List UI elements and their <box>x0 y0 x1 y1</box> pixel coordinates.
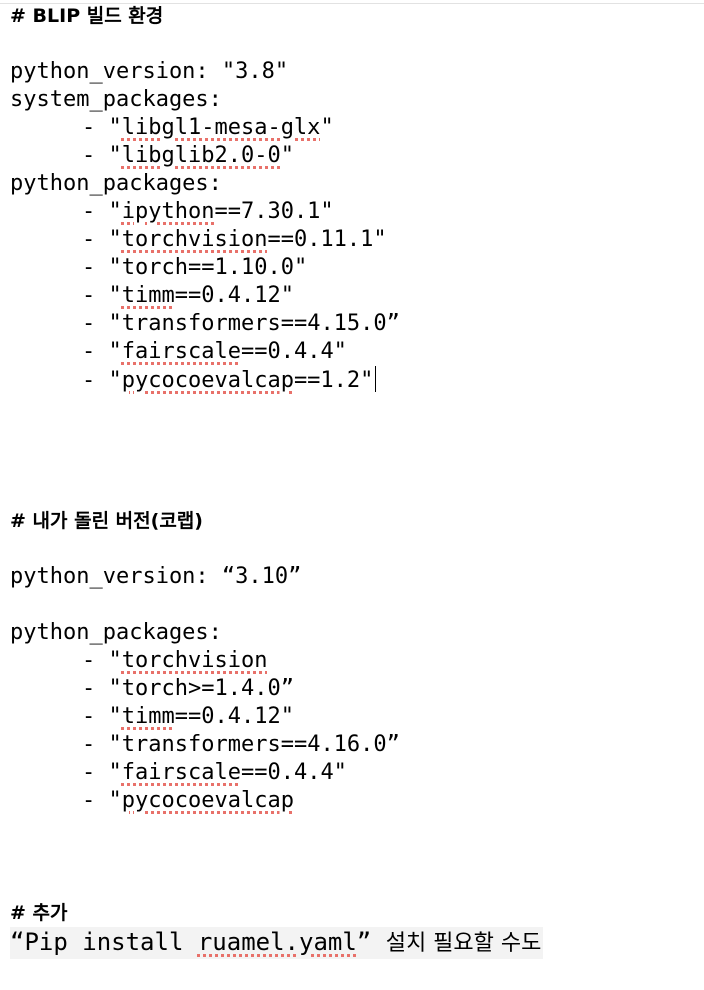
package-name: pycocoevalcap <box>121 368 294 393</box>
python-version-line: python_version: “3.10” <box>10 564 302 589</box>
python-package-item: - "ipython==7.30.1" <box>82 199 334 224</box>
package-name: libgl1-mesa-glx <box>121 115 321 140</box>
text-cursor <box>375 366 377 392</box>
package-name: torch <box>121 676 188 701</box>
python-package-item: - "timm==0.4.12" <box>82 704 294 729</box>
package-name: timm <box>121 283 175 308</box>
document-body[interactable]: # BLIP 빌드 환경 python_version: "3.8" syste… <box>10 0 700 959</box>
python-package-item: - "fairscale==0.4.4" <box>82 760 347 785</box>
package-name: transformers <box>121 732 281 757</box>
section-heading-my-version: # 내가 돌린 버전(코랩) <box>10 510 203 532</box>
package-name: fairscale <box>121 760 241 785</box>
python-packages-label: python_packages: <box>10 171 222 196</box>
section-heading-blip-build: # BLIP 빌드 환경 <box>10 5 164 27</box>
python-package-item: - "pycocoevalcap==1.2" <box>10 366 700 395</box>
system-packages-label: system_packages: <box>10 87 222 112</box>
python-package-item: - "torchvision==0.11.1" <box>82 227 387 252</box>
package-name: pycocoevalcap <box>121 788 294 813</box>
system-package-item: - "libgl1-mesa-glx" <box>82 115 334 140</box>
package-name: torch <box>121 255 188 280</box>
section-heading-additional: # 추가 <box>10 902 68 924</box>
python-packages-label: python_packages: <box>10 620 222 645</box>
package-name: torchvision <box>121 227 268 252</box>
note-line: “Pip install ruamel.yaml” 설치 필요할 수도 <box>10 927 700 959</box>
package-name: fairscale <box>121 339 241 364</box>
system-package-item: - "libglib2.0-0" <box>82 143 294 168</box>
python-package-item: - "torch==1.10.0" <box>82 255 308 280</box>
package-name: libglib2.0-0 <box>121 143 281 168</box>
python-version-line: python_version: "3.8" <box>10 59 289 84</box>
python-package-item: - "torch>=1.4.0” <box>82 676 294 701</box>
package-name: torchvision <box>121 648 268 673</box>
note-command-open: “Pip install <box>10 928 198 956</box>
python-package-item: - "fairscale==0.4.4" <box>82 339 347 364</box>
note-korean-text: 설치 필요할 수도 <box>385 931 542 956</box>
package-name: transformers <box>121 311 281 336</box>
package-name: timm <box>121 704 175 729</box>
python-package-item: - "transformers==4.16.0” <box>82 732 400 757</box>
python-package-item: - "pycocoevalcap <box>82 788 294 813</box>
package-name: ruamel.yaml <box>197 928 357 956</box>
note-command-close: ” <box>356 928 386 956</box>
python-package-item: - "timm==0.4.12" <box>82 283 294 308</box>
python-package-item: - "torchvision <box>82 648 268 673</box>
python-package-item: - "transformers==4.15.0” <box>82 311 400 336</box>
package-name: ipython <box>121 199 215 224</box>
